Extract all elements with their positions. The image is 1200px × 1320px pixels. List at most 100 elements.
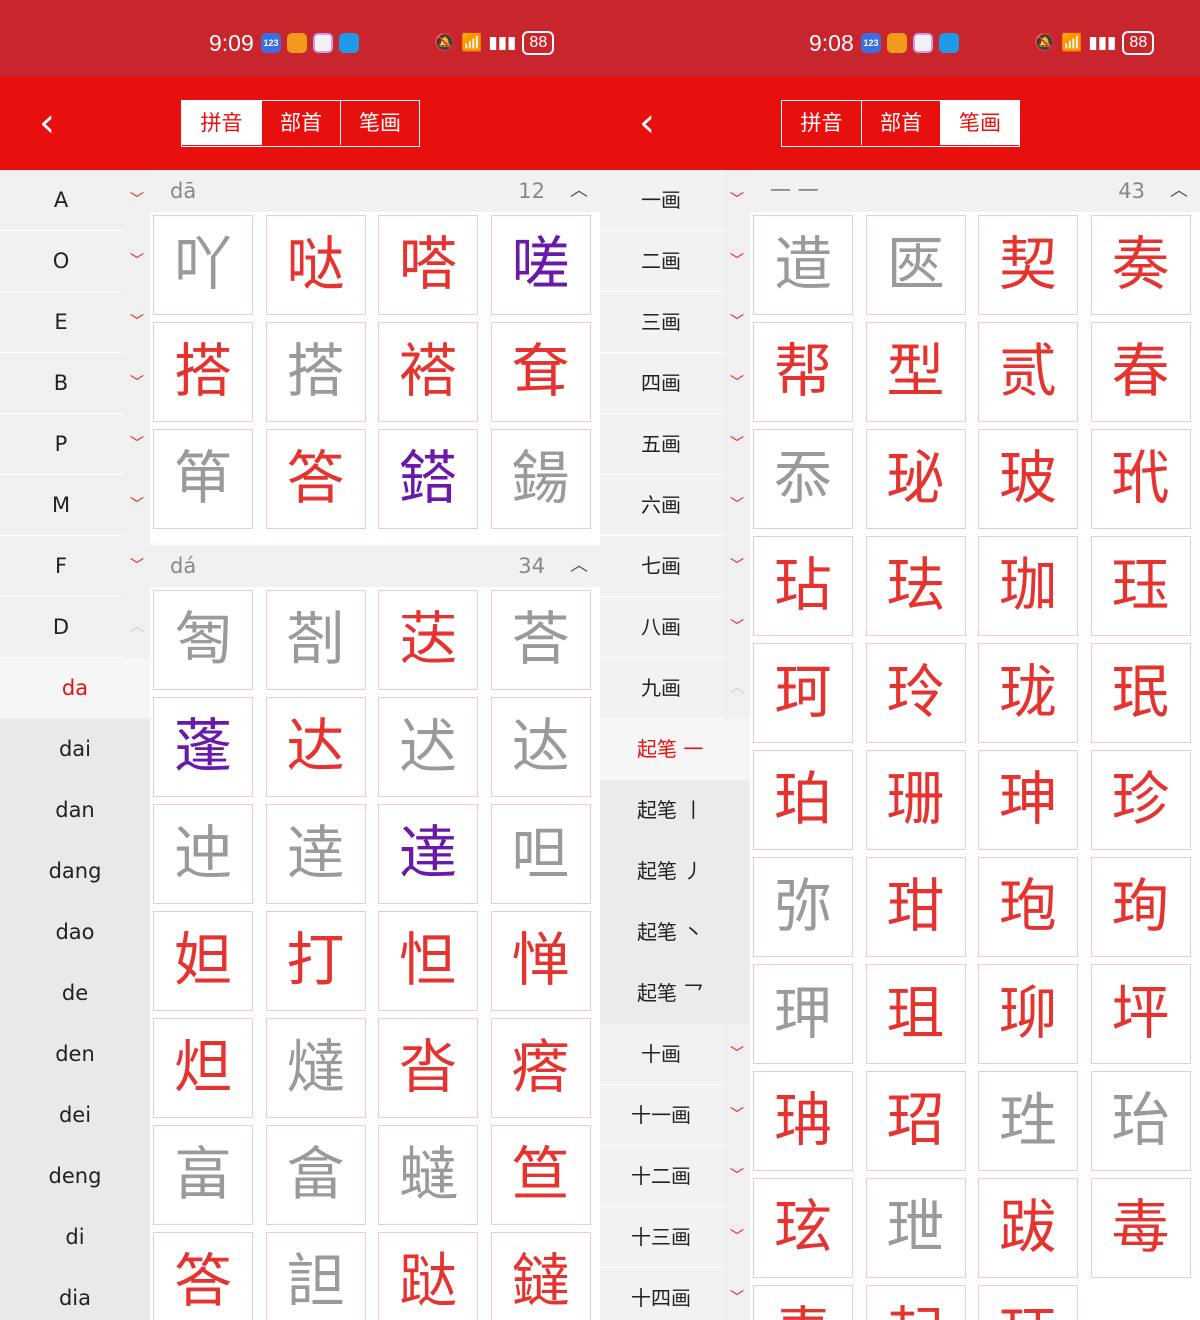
section-header[interactable]: dá 34 ︿ bbox=[150, 545, 600, 587]
character-cell[interactable]: 笚 bbox=[153, 429, 253, 529]
sidebar-first-stroke[interactable]: 起笔 丿 bbox=[600, 841, 750, 902]
sidebar-stroke-count[interactable]: 十一画 ﹀ bbox=[600, 1085, 750, 1146]
sidebar-stroke-count[interactable]: 七画 ﹀ bbox=[600, 536, 750, 597]
character-cell[interactable]: 畗 bbox=[153, 1125, 253, 1225]
sidebar-pinyin-de[interactable]: de bbox=[0, 963, 150, 1024]
character-cell[interactable]: 匧 bbox=[865, 215, 966, 315]
character-cell[interactable]: 搭 bbox=[153, 322, 253, 422]
sidebar-first-stroke[interactable]: 起笔 丨 bbox=[600, 780, 750, 841]
sidebar-stroke-count[interactable]: 五画 ﹀ bbox=[600, 414, 750, 475]
sidebar-pinyin-dan[interactable]: dan bbox=[0, 780, 150, 841]
chevron-down-icon[interactable]: ﹀ bbox=[724, 597, 750, 658]
back-icon[interactable]: ‹ bbox=[630, 97, 664, 149]
chevron-down-icon[interactable]: ﹀ bbox=[724, 353, 750, 414]
sidebar-stroke-count[interactable]: 一画 ﹀ bbox=[600, 170, 750, 231]
character-cell[interactable]: 逪 bbox=[753, 215, 853, 315]
sidebar-stroke-count[interactable]: 二画 ﹀ bbox=[600, 231, 750, 292]
sidebar-pinyin-dei[interactable]: dei bbox=[0, 1085, 150, 1146]
character-cell[interactable]: 珅 bbox=[978, 750, 1078, 850]
character-cell[interactable]: 毒 bbox=[1090, 1178, 1191, 1278]
chevron-down-icon[interactable]: ﹀ bbox=[724, 1146, 750, 1207]
character-cell[interactable]: 型 bbox=[865, 322, 966, 422]
chevron-down-icon[interactable]: ﹀ bbox=[124, 536, 150, 597]
character-cell[interactable]: 珏 bbox=[978, 1285, 1078, 1320]
character-cell[interactable]: 珋 bbox=[978, 964, 1078, 1064]
collapse-caret-icon[interactable]: ︿ bbox=[568, 547, 590, 585]
character-cell[interactable]: 起 bbox=[865, 1285, 966, 1320]
character-cell[interactable]: 达 bbox=[265, 697, 366, 797]
character-cell[interactable]: 打 bbox=[265, 911, 366, 1011]
sidebar-pinyin-dao[interactable]: dao bbox=[0, 902, 150, 963]
character-cell[interactable]: 弥 bbox=[753, 857, 853, 957]
chevron-down-icon[interactable]: ﹀ bbox=[724, 170, 750, 231]
character-cell[interactable]: 珇 bbox=[865, 964, 966, 1064]
character-cell[interactable]: 達 bbox=[378, 804, 478, 904]
character-cell[interactable]: 搭 bbox=[265, 322, 366, 422]
section-header[interactable]: 一 一 43 ︿ bbox=[750, 170, 1200, 212]
character-cell[interactable]: 珊 bbox=[865, 750, 966, 850]
sidebar-first-stroke[interactable]: 起笔 乛 bbox=[600, 963, 750, 1024]
chevron-down-icon[interactable]: ﹀ bbox=[724, 231, 750, 292]
character-cell[interactable]: 鐽 bbox=[490, 1232, 591, 1320]
sidebar-pinyin-den[interactable]: den bbox=[0, 1024, 150, 1085]
character-cell[interactable]: 玵 bbox=[865, 857, 966, 957]
character-cell[interactable]: 嗒 bbox=[378, 215, 478, 315]
chevron-down-icon[interactable]: ﹀ bbox=[124, 475, 150, 536]
character-cell[interactable]: 迚 bbox=[153, 804, 253, 904]
character-cell[interactable]: 珣 bbox=[1090, 857, 1191, 957]
character-cell[interactable]: 忝 bbox=[753, 429, 853, 529]
sidebar-stroke-count[interactable]: 八画 ﹀ bbox=[600, 597, 750, 658]
sidebar-letter-o[interactable]: O ﹀ bbox=[0, 231, 150, 292]
character-cell[interactable]: 嗟 bbox=[490, 215, 591, 315]
chevron-down-icon[interactable]: ﹀ bbox=[724, 1085, 750, 1146]
sidebar-stroke-count[interactable]: 四画 ﹀ bbox=[600, 353, 750, 414]
character-cell[interactable]: 奏 bbox=[1090, 215, 1191, 315]
sidebar-stroke-count[interactable]: 九画 ︿ bbox=[600, 658, 750, 719]
character-cell[interactable]: 玲 bbox=[865, 643, 966, 743]
character-cell[interactable]: 惮 bbox=[490, 911, 591, 1011]
character-cell[interactable]: 玹 bbox=[753, 1178, 853, 1278]
section-header[interactable]: dā 12 ︿ bbox=[150, 170, 600, 212]
character-cell[interactable]: 答 bbox=[265, 429, 366, 529]
tab-pinyin[interactable]: 拼音 bbox=[182, 101, 261, 145]
character-cell[interactable]: 珄 bbox=[978, 1071, 1078, 1171]
character-cell[interactable]: 贰 bbox=[978, 322, 1078, 422]
character-cell[interactable]: 逹 bbox=[265, 804, 366, 904]
chevron-down-icon[interactable]: ﹀ bbox=[724, 1207, 750, 1268]
character-cell[interactable]: 珂 bbox=[753, 643, 853, 743]
character-cell[interactable]: 答 bbox=[153, 1232, 253, 1320]
tab-strokes[interactable]: 笔画 bbox=[340, 101, 419, 145]
sidebar-pinyin-di[interactable]: di bbox=[0, 1207, 150, 1268]
sidebar-letter-b[interactable]: B ﹀ bbox=[0, 353, 150, 414]
sidebar-stroke-count[interactable]: 十二画 ﹀ bbox=[600, 1146, 750, 1207]
sidebar-pinyin-dia[interactable]: dia bbox=[0, 1268, 150, 1320]
character-cell[interactable]: 褡 bbox=[378, 322, 478, 422]
character-cell[interactable]: 珑 bbox=[978, 643, 1078, 743]
chevron-up-icon[interactable]: ︿ bbox=[124, 597, 150, 658]
sidebar-stroke-count[interactable]: 三画 ﹀ bbox=[600, 292, 750, 353]
sidebar-stroke-count[interactable]: 十画 ﹀ bbox=[600, 1024, 750, 1085]
sidebar-letter-e[interactable]: E ﹀ bbox=[0, 292, 150, 353]
sidebar-pinyin-dai[interactable]: dai bbox=[0, 719, 150, 780]
character-cell[interactable]: 笪 bbox=[490, 1125, 591, 1225]
character-cell[interactable]: 蓬 bbox=[153, 697, 253, 797]
character-cell[interactable]: 怛 bbox=[378, 911, 478, 1011]
sidebar-stroke-count[interactable]: 十三画 ﹀ bbox=[600, 1207, 750, 1268]
character-cell[interactable]: 迏 bbox=[490, 697, 591, 797]
character-cell[interactable]: 哒 bbox=[265, 215, 366, 315]
chevron-down-icon[interactable]: ﹀ bbox=[124, 292, 150, 353]
chevron-down-icon[interactable]: ﹀ bbox=[724, 1268, 750, 1320]
character-cell[interactable]: 蟽 bbox=[378, 1125, 478, 1225]
chevron-down-icon[interactable]: ﹀ bbox=[724, 475, 750, 536]
character-cell[interactable]: 玾 bbox=[753, 964, 853, 1064]
character-cell[interactable]: 迖 bbox=[378, 697, 478, 797]
chevron-down-icon[interactable]: ﹀ bbox=[124, 170, 150, 231]
chevron-down-icon[interactable]: ﹀ bbox=[724, 536, 750, 597]
character-cell[interactable]: 跋 bbox=[978, 1178, 1078, 1278]
character-cell[interactable]: 呾 bbox=[490, 804, 591, 904]
sidebar-letter-m[interactable]: M ﹀ bbox=[0, 475, 150, 536]
character-cell[interactable]: 炟 bbox=[153, 1018, 253, 1118]
sidebar-stroke-count[interactable]: 十四画 ﹀ bbox=[600, 1268, 750, 1320]
character-cell[interactable]: 玿 bbox=[865, 1071, 966, 1171]
character-cell[interactable]: 剳 bbox=[265, 590, 366, 690]
